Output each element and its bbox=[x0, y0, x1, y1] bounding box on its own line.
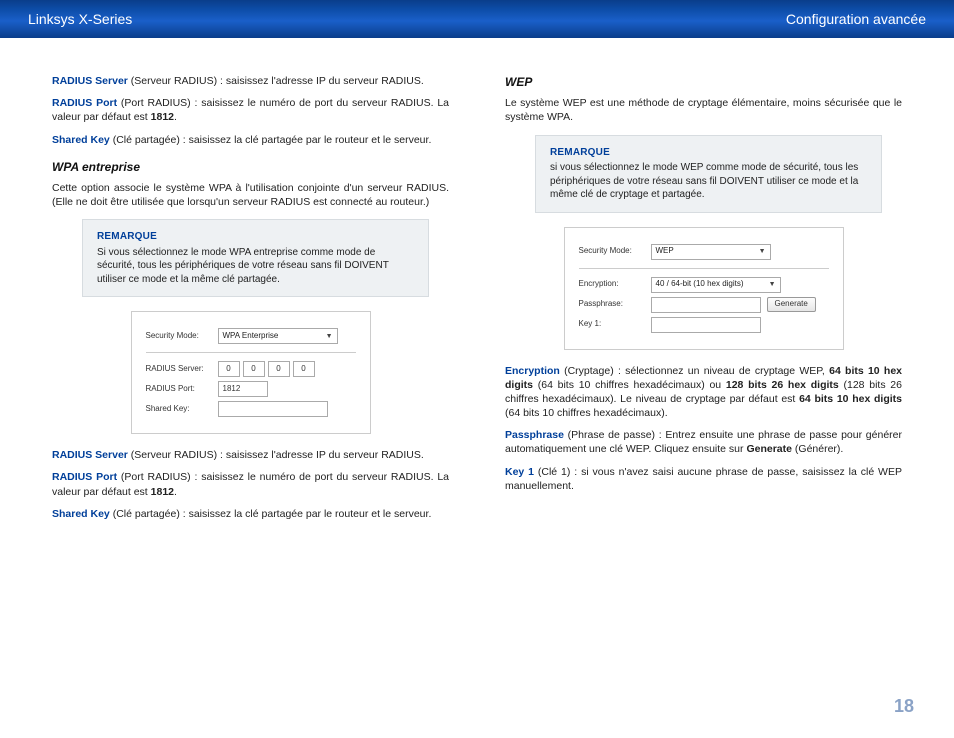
page-body: RADIUS Server (Serveur RADIUS) : saisiss… bbox=[0, 38, 954, 549]
passphrase-desc: Passphrase (Phrase de passe) : Entrez en… bbox=[505, 428, 902, 456]
fig-radius-server-label: RADIUS Server: bbox=[146, 364, 218, 375]
radius-port-desc-2: RADIUS Port (Port RADIUS) : saisissez le… bbox=[52, 470, 449, 498]
right-column: WEP Le système WEP est une méthode de cr… bbox=[505, 74, 902, 529]
fig-radius-port-label: RADIUS Port: bbox=[146, 384, 218, 395]
chevron-down-icon: ▼ bbox=[759, 247, 766, 256]
fig-shared-key-input[interactable] bbox=[218, 401, 328, 417]
term-radius-server: RADIUS Server bbox=[52, 75, 128, 87]
figb-security-label: Security Mode: bbox=[579, 246, 651, 257]
fig-ip-group: 0 0 0 0 bbox=[218, 361, 315, 377]
figb-encryption-label: Encryption: bbox=[579, 279, 651, 290]
figb-key1-input[interactable] bbox=[651, 317, 761, 333]
header-right: Configuration avancée bbox=[786, 10, 926, 29]
generate-button[interactable]: Generate bbox=[767, 297, 816, 312]
encryption-desc: Encryption (Cryptage) : sélectionnez un … bbox=[505, 364, 902, 421]
fig-shared-key-label: Shared Key: bbox=[146, 404, 218, 415]
figb-key1-label: Key 1: bbox=[579, 319, 651, 330]
left-column: RADIUS Server (Serveur RADIUS) : saisiss… bbox=[52, 74, 449, 529]
radius-server-desc: RADIUS Server (Serveur RADIUS) : saisiss… bbox=[52, 74, 449, 88]
figb-passphrase-label: Passphrase: bbox=[579, 299, 651, 310]
shared-key-desc: Shared Key (Clé partagée) : saisissez la… bbox=[52, 133, 449, 147]
note-body: Si vous sélectionnez le mode WPA entrepr… bbox=[97, 246, 414, 287]
note-title: REMARQUE bbox=[97, 230, 414, 244]
term-radius-port: RADIUS Port bbox=[52, 97, 117, 109]
divider bbox=[579, 268, 829, 269]
fig-security-label: Security Mode: bbox=[146, 331, 218, 342]
ip-octet-3[interactable]: 0 bbox=[268, 361, 290, 377]
key1-desc: Key 1 (Clé 1) : si vous n'avez saisi auc… bbox=[505, 465, 902, 493]
header-left: Linksys X-Series bbox=[28, 10, 132, 29]
wpa-enterprise-title: WPA entreprise bbox=[52, 159, 449, 175]
figure-wpa-enterprise: Security Mode: WPA Enterprise ▼ RADIUS S… bbox=[131, 311, 371, 434]
note-body: si vous sélectionnez le mode WEP comme m… bbox=[550, 161, 867, 202]
note-wep: REMARQUE si vous sélectionnez le mode WE… bbox=[535, 135, 882, 213]
figb-security-select[interactable]: WEP ▼ bbox=[651, 244, 771, 260]
figure-wep: Security Mode: WEP ▼ Encryption: 40 / 64… bbox=[564, 227, 844, 350]
ip-octet-1[interactable]: 0 bbox=[218, 361, 240, 377]
shared-key-desc-2: Shared Key (Clé partagée) : saisissez la… bbox=[52, 507, 449, 521]
note-title: REMARQUE bbox=[550, 146, 867, 160]
wep-intro: Le système WEP est une méthode de crypta… bbox=[505, 96, 902, 124]
ip-octet-4[interactable]: 0 bbox=[293, 361, 315, 377]
page-number: 18 bbox=[894, 694, 914, 718]
chevron-down-icon: ▼ bbox=[326, 332, 333, 341]
note-wpa: REMARQUE Si vous sélectionnez le mode WP… bbox=[82, 219, 429, 297]
wpa-intro: Cette option associe le système WPA à l'… bbox=[52, 181, 449, 209]
ip-octet-2[interactable]: 0 bbox=[243, 361, 265, 377]
radius-port-desc: RADIUS Port (Port RADIUS) : saisissez le… bbox=[52, 96, 449, 124]
divider bbox=[146, 352, 356, 353]
fig-security-select[interactable]: WPA Enterprise ▼ bbox=[218, 328, 338, 344]
page-header: Linksys X-Series Configuration avancée bbox=[0, 0, 954, 38]
figb-passphrase-input[interactable] bbox=[651, 297, 761, 313]
term-shared-key: Shared Key bbox=[52, 134, 110, 146]
radius-server-desc-2: RADIUS Server (Serveur RADIUS) : saisiss… bbox=[52, 448, 449, 462]
fig-radius-port-input[interactable]: 1812 bbox=[218, 381, 268, 397]
figb-encryption-select[interactable]: 40 / 64-bit (10 hex digits) ▼ bbox=[651, 277, 781, 293]
chevron-down-icon: ▼ bbox=[769, 280, 776, 289]
wep-title: WEP bbox=[505, 74, 902, 90]
